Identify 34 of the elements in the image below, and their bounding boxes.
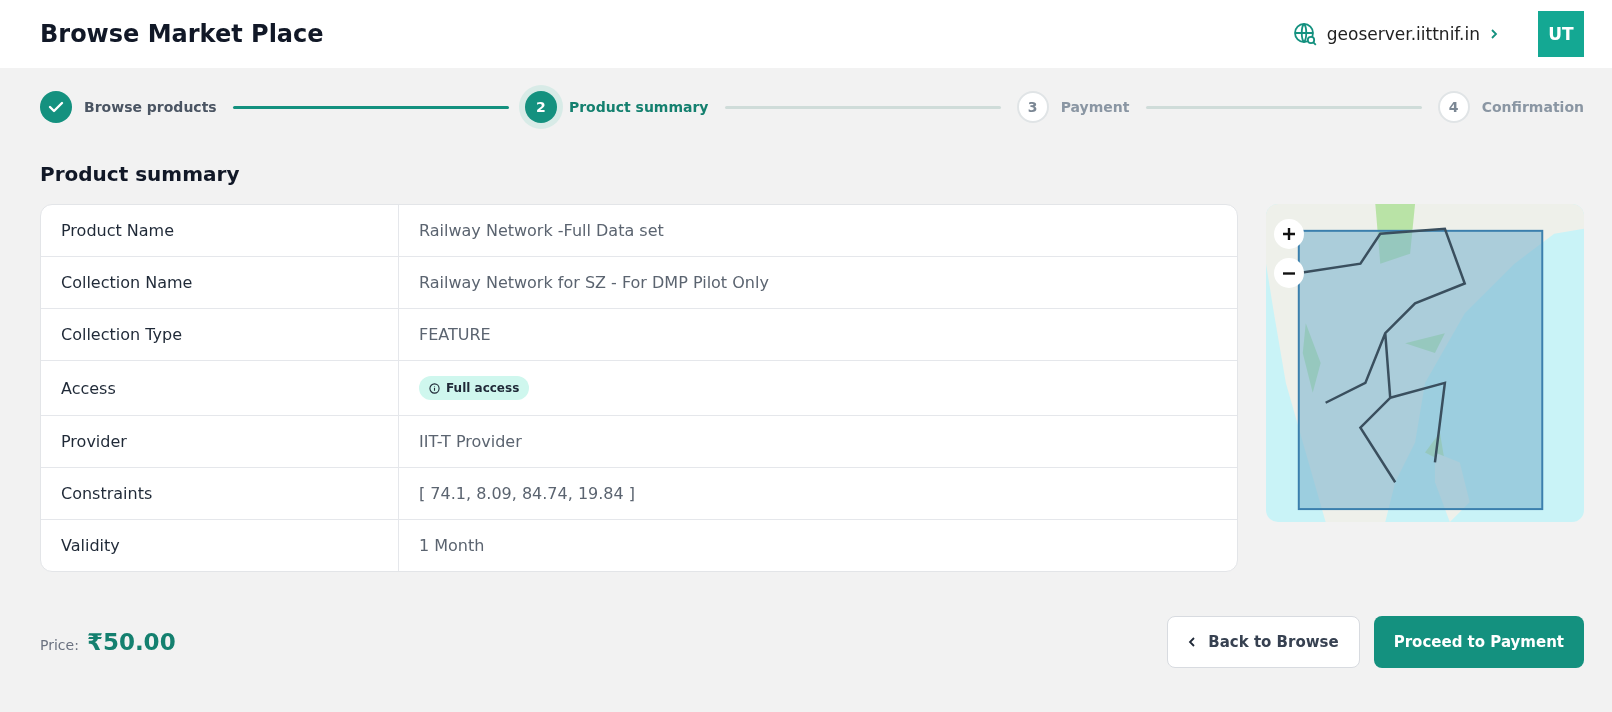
table-cell: FEATURE xyxy=(419,325,491,344)
check-icon xyxy=(48,101,64,113)
table-cell: Railway Network for SZ - For DMP Pilot Only xyxy=(419,273,769,292)
table-cell: Validity xyxy=(41,520,399,571)
table-cell: Collection Type xyxy=(41,309,399,361)
table-cell: Collection Name xyxy=(41,257,399,309)
access-badge: Full access xyxy=(419,376,530,400)
table-cell: Railway Network -Full Data set xyxy=(419,221,664,240)
table-cell: Provider xyxy=(41,416,399,468)
chevron-right-icon xyxy=(1490,28,1498,40)
plus-icon xyxy=(1283,228,1295,240)
step-indicator: 3 xyxy=(1016,91,1049,123)
step-indicator: 4 xyxy=(1437,91,1470,123)
page-title: Browse Market Place xyxy=(40,20,324,48)
table-cell: Access xyxy=(41,361,399,416)
minus-icon xyxy=(1283,271,1295,275)
table-cell: [ 74.1, 8.09, 84.74, 19.84 ] xyxy=(419,484,636,503)
back-button[interactable]: Back to Browse xyxy=(1167,616,1360,668)
price-amount: ₹50.00 xyxy=(86,629,176,655)
table-cell: 1 Month xyxy=(419,536,485,555)
step-label: Product summary xyxy=(568,99,709,115)
globe-search-icon xyxy=(1292,22,1317,46)
price-label: Price: xyxy=(40,637,79,653)
chevron-left-icon xyxy=(1188,636,1197,648)
step-label: Payment xyxy=(1060,99,1130,115)
section-title: Product summary xyxy=(40,162,241,186)
step-label: Confirmation xyxy=(1481,99,1584,115)
table-cell: IIT-T Provider xyxy=(419,432,522,451)
info-icon xyxy=(429,382,440,394)
step-label: Browse products xyxy=(84,99,217,115)
proceed-button[interactable]: Proceed to Payment xyxy=(1373,616,1584,668)
table-cell: Constraints xyxy=(41,468,399,520)
server-link[interactable]: geoserver.iittnif.in xyxy=(1292,22,1498,46)
table-cell: Product Name xyxy=(41,205,399,257)
